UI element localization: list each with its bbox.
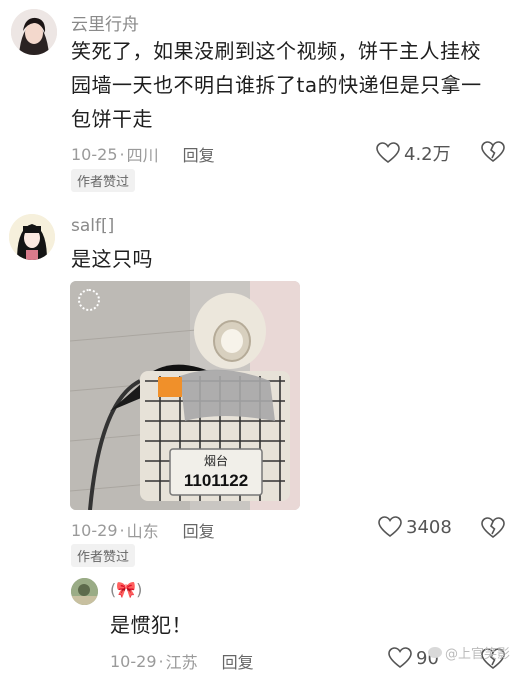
like-button[interactable]: 4.2万 <box>376 140 451 166</box>
dislike-button[interactable] <box>481 517 505 543</box>
avatar[interactable] <box>9 214 55 260</box>
comment-meta: 10-25 · 四川 回复 <box>71 142 215 166</box>
comment-photo[interactable]: 烟台 1101122 <box>70 281 300 510</box>
reply-button[interactable]: 回复 <box>183 142 215 166</box>
comment-meta: 10-29 · 江苏 回复 <box>110 649 254 673</box>
broken-heart-icon <box>481 141 505 163</box>
username[interactable]: salf[] <box>71 216 114 236</box>
avatar[interactable] <box>11 9 57 55</box>
dislike-button[interactable] <box>481 141 505 167</box>
broken-heart-icon <box>481 517 505 539</box>
comment-text: 是惯犯！ <box>110 613 192 637</box>
comment-text: 是这只吗 <box>71 247 153 271</box>
author-liked-badge: 作者赞过 <box>71 544 136 567</box>
avatar[interactable] <box>71 578 98 605</box>
comment-location: 山东 <box>126 522 159 541</box>
heart-icon <box>378 516 402 538</box>
comment-meta: 10-29 · 山东 回复 <box>71 518 215 542</box>
weibo-logo-icon <box>427 647 442 658</box>
watermark-text: @上官笑影 <box>444 647 510 662</box>
comment-location: 四川 <box>126 146 159 165</box>
comment-date: 10-29 <box>110 651 157 671</box>
plate-region: 烟台 <box>204 453 228 468</box>
watermark: @上官笑影 <box>427 643 510 662</box>
comment-date: 10-25 <box>71 144 118 164</box>
circle-camera-icon <box>78 289 100 311</box>
comment-text: 笑死了，如果没刷到这个视频，饼干主人挂校园墙一天也不明白谁拆了ta的快递但是只拿… <box>71 39 482 131</box>
reply-button[interactable]: 回复 <box>222 649 254 673</box>
reply-button[interactable]: 回复 <box>183 518 215 542</box>
plate-number: 1101122 <box>184 471 248 490</box>
heart-icon <box>376 142 400 164</box>
username[interactable]: 云里行舟 <box>71 10 139 35</box>
comment-location: 江苏 <box>165 653 198 672</box>
like-count: 3408 <box>406 516 452 538</box>
comment-date: 10-29 <box>71 520 118 540</box>
author-liked-badge: 作者赞过 <box>71 169 136 192</box>
username[interactable]: (🎀) <box>110 580 142 599</box>
like-count: 4.2万 <box>404 144 451 165</box>
like-button[interactable]: 3408 <box>378 516 452 538</box>
